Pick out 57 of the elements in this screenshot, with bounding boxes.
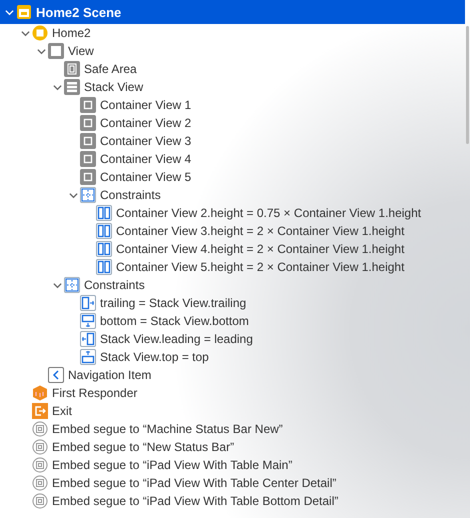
outline-item[interactable]: Container View 3.height = 2 × Container View 1.height bbox=[0, 222, 465, 240]
top-constraint-icon bbox=[80, 349, 96, 365]
view-icon bbox=[48, 43, 64, 59]
constraints-icon bbox=[80, 187, 96, 203]
height-constraint-icon bbox=[96, 205, 112, 221]
outline-item[interactable]: Embed segue to “iPad View With Table Center Detail” bbox=[0, 474, 465, 492]
scrollbar[interactable] bbox=[466, 26, 469, 144]
outline-item[interactable]: Constraints bbox=[0, 276, 465, 294]
container-view-icon bbox=[80, 133, 96, 149]
outline-item[interactable]: trailing = Stack View.trailing bbox=[0, 294, 465, 312]
leading-constraint-icon bbox=[80, 331, 96, 347]
outline-item[interactable]: Embed segue to “iPad View With Table Main” bbox=[0, 456, 465, 474]
outline-item[interactable]: Container View 5.height = 2 × Container View 1.height bbox=[0, 258, 465, 276]
outline-item[interactable]: Stack View.leading = leading bbox=[0, 330, 465, 348]
outline-item[interactable]: Container View 1 bbox=[0, 96, 465, 114]
height-constraint-icon bbox=[96, 259, 112, 275]
container-view-icon bbox=[80, 97, 96, 113]
segue-icon bbox=[32, 439, 48, 455]
trailing-constraint-icon bbox=[80, 295, 96, 311]
container-view-icon bbox=[80, 115, 96, 131]
segue-icon bbox=[32, 421, 48, 437]
exit-icon bbox=[32, 403, 48, 419]
outline-item[interactable]: Container View 2.height = 0.75 × Container View 1.height bbox=[0, 204, 465, 222]
segue-icon bbox=[32, 493, 48, 509]
outline-item[interactable]: Container View 2 bbox=[0, 114, 465, 132]
outline-item[interactable]: Safe Area bbox=[0, 60, 465, 78]
outline-item[interactable]: Stack View.top = top bbox=[0, 348, 465, 366]
back-chevron-icon bbox=[48, 367, 64, 383]
outline-item[interactable]: Container View 4 bbox=[0, 150, 465, 168]
outline-item[interactable]: View bbox=[0, 42, 465, 60]
outline-item[interactable]: Constraints bbox=[0, 186, 465, 204]
outline-item[interactable]: Container View 5 bbox=[0, 168, 465, 186]
outline-item[interactable]: Exit bbox=[0, 402, 465, 420]
outline-item[interactable]: Navigation Item bbox=[0, 366, 465, 384]
safe-area-icon bbox=[64, 61, 80, 77]
cube-icon bbox=[32, 385, 48, 401]
segue-icon bbox=[32, 475, 48, 491]
outline-item[interactable]: bottom = Stack View.bottom bbox=[0, 312, 465, 330]
stack-view-icon bbox=[64, 79, 80, 95]
outline-item[interactable]: First Responder bbox=[0, 384, 465, 402]
outline-item[interactable]: Container View 4.height = 2 × Container View 1.height bbox=[0, 240, 465, 258]
view-controller-icon bbox=[32, 25, 48, 41]
outline-item[interactable]: Embed segue to “iPad View With Table Bottom Detail” bbox=[0, 492, 465, 510]
height-constraint-icon bbox=[96, 241, 112, 257]
outline-item[interactable]: Home2 bbox=[0, 24, 465, 42]
constraints-icon bbox=[64, 277, 80, 293]
bottom-constraint-icon bbox=[80, 313, 96, 329]
container-view-icon bbox=[80, 169, 96, 185]
segue-icon bbox=[32, 457, 48, 473]
outline-item[interactable]: Embed segue to “Machine Status Bar New” bbox=[0, 420, 465, 438]
outline-item[interactable]: Embed segue to “New Status Bar” bbox=[0, 438, 465, 456]
height-constraint-icon bbox=[96, 223, 112, 239]
scene-icon bbox=[16, 4, 32, 20]
container-view-icon bbox=[80, 151, 96, 167]
outline-item[interactable]: Home2 Scene bbox=[0, 0, 465, 24]
outline-item[interactable]: Container View 3 bbox=[0, 132, 465, 150]
outline-item[interactable]: Stack View bbox=[0, 78, 465, 96]
